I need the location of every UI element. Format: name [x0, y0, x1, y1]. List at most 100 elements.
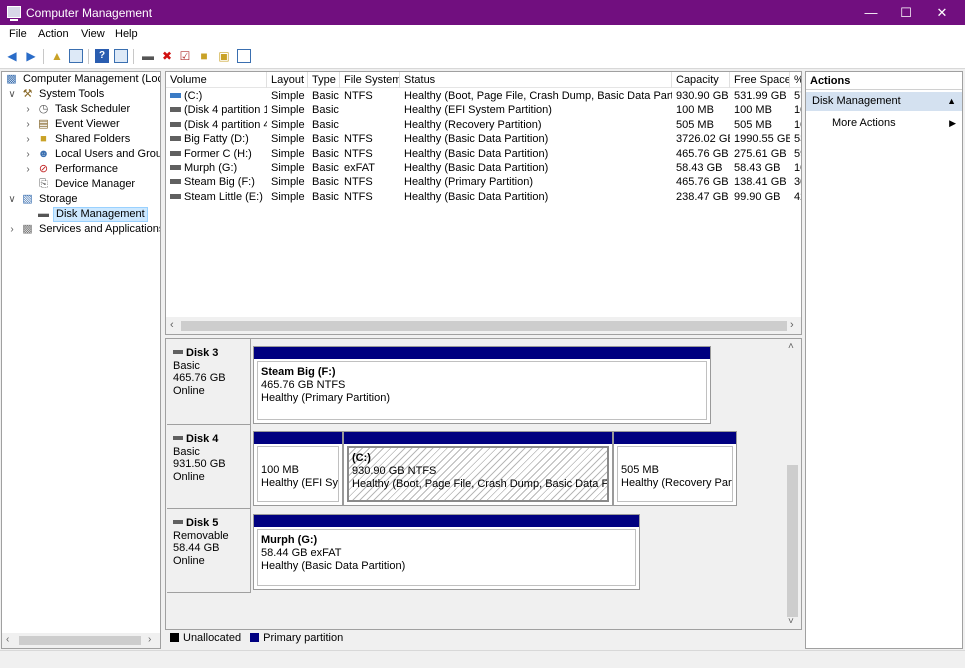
tree-item-device-manager[interactable]: ⎘ Device Manager [2, 177, 160, 192]
scroll-left-icon[interactable]: ‹ [170, 319, 174, 331]
partition-name: Murph (G:) [261, 534, 318, 546]
partition-size: 930.90 GB NTFS [352, 465, 437, 477]
column-header-percent-free[interactable]: % [790, 72, 801, 88]
tree-item-computer-management[interactable]: ▩ Computer Management (Local [2, 72, 160, 87]
tree-horizontal-scrollbar[interactable]: ‹ › [2, 633, 160, 648]
volume-cell-pct: 10 [794, 104, 801, 117]
checklist-icon[interactable]: ☑ [178, 49, 192, 63]
column-header-capacity[interactable]: Capacity [672, 72, 730, 88]
tree-item-system-tools[interactable]: ∨ ⚒ System Tools [2, 87, 160, 102]
volume-cell-status: Healthy (Basic Data Partition) [404, 190, 549, 203]
search-folder-icon[interactable]: ▣ [217, 49, 231, 63]
tree-item-performance[interactable]: › ⊘ Performance [2, 162, 160, 177]
tree-item-task-scheduler[interactable]: › ◷ Task Scheduler [2, 102, 160, 117]
volume-name: Big Fatty (D:) [184, 133, 249, 146]
view-properties-icon[interactable] [237, 49, 251, 63]
scroll-left-icon[interactable]: ‹ [6, 634, 9, 645]
volume-row[interactable]: (C:) Simple Basic NTFS Healthy (Boot, Page F… [166, 89, 801, 103]
tree-item-local-users[interactable]: › ☻ Local Users and Groups [2, 147, 160, 162]
partition-murph[interactable]: Murph (G:) 58.44 GB exFAT Healthy (Basic… [253, 514, 640, 590]
up-folder-icon[interactable]: ▲ [50, 49, 64, 63]
tree-item-shared-folders[interactable]: › ■ Shared Folders [2, 132, 160, 147]
column-header-file-system[interactable]: File System [340, 72, 400, 88]
column-header-type[interactable]: Type [308, 72, 340, 88]
partition-recovery[interactable]: 505 MB Healthy (Recovery Partiti [613, 431, 737, 506]
tree-item-event-viewer[interactable]: › ▤ Event Viewer [2, 117, 160, 132]
chevron-right-icon[interactable]: › [23, 132, 33, 147]
volume-icon [170, 93, 181, 98]
tree-item-disk-management[interactable]: ▬ Disk Management [2, 207, 160, 222]
unallocated-swatch [170, 633, 179, 642]
tree-item-services-applications[interactable]: › ▩ Services and Applications [2, 222, 160, 237]
volume-row[interactable]: Steam Big (F:) Simple Basic NTFS Healthy (Pr… [166, 175, 801, 189]
menu-action[interactable]: Action [38, 28, 69, 40]
volume-cell-layout: Simple [271, 190, 305, 203]
connect-drive-icon[interactable]: ▬ [141, 49, 155, 63]
close-button[interactable]: ✕ [919, 0, 965, 25]
volume-cell-capacity: 238.47 GB [676, 190, 729, 203]
menu-help[interactable]: Help [115, 28, 138, 40]
menu-view[interactable]: View [81, 28, 105, 40]
partition-efi-system[interactable]: 100 MB Healthy (EFI Syste [253, 431, 343, 506]
disk-name: Disk 4 [186, 433, 219, 445]
volume-row[interactable]: (Disk 4 partition 4) Simple Basic Healthy (… [166, 118, 801, 132]
chevron-right-icon[interactable]: › [7, 222, 17, 237]
column-header-volume[interactable]: Volume [166, 72, 267, 88]
scroll-right-icon[interactable]: › [148, 634, 151, 645]
more-actions-item[interactable]: More Actions ▶ [832, 115, 962, 131]
volume-cell-capacity: 465.76 GB [676, 176, 729, 189]
scrollbar-thumb[interactable] [787, 465, 798, 617]
volume-row[interactable]: Former C (H:) Simple Basic NTFS Healthy (Bas… [166, 147, 801, 161]
scroll-down-icon[interactable]: ˅ [788, 616, 794, 627]
back-arrow-icon[interactable]: ◀ [5, 49, 19, 63]
scroll-right-icon[interactable]: › [790, 319, 794, 331]
volume-row[interactable]: (Disk 4 partition 1) Simple Basic Healthy (… [166, 103, 801, 117]
import-folder-icon[interactable]: ■ [197, 49, 211, 63]
disk-map-vertical-scrollbar[interactable]: ˄ ˅ [784, 339, 801, 629]
disk-3-label[interactable]: Disk 3 Basic 465.76 GB Online [167, 339, 251, 425]
chevron-down-icon[interactable]: ∨ [7, 87, 17, 102]
disk-4-label[interactable]: Disk 4 Basic 931.50 GB Online [167, 425, 251, 509]
column-header-free-space[interactable]: Free Space [730, 72, 790, 88]
toolbar-separator [88, 49, 89, 64]
help-icon[interactable]: ? [95, 49, 109, 63]
disk-type: Removable [173, 529, 229, 542]
forward-arrow-icon[interactable]: ▶ [24, 49, 38, 63]
chevron-right-icon[interactable]: › [23, 147, 33, 162]
column-header-layout[interactable]: Layout [267, 72, 308, 88]
collapse-up-icon[interactable]: ▲ [947, 92, 956, 111]
volume-cell-free: 138.41 GB [734, 176, 787, 189]
column-header-status[interactable]: Status [400, 72, 672, 88]
volume-row[interactable]: Steam Little (E:) Simple Basic NTFS Healthy … [166, 190, 801, 204]
volume-list-horizontal-scrollbar[interactable]: ‹ › [166, 317, 801, 334]
delete-icon[interactable]: ✖ [160, 49, 174, 63]
volume-cell-fs: NTFS [344, 147, 373, 160]
actions-section-disk-management[interactable]: Disk Management ▲ [806, 92, 962, 111]
volume-cell-volume: Steam Little (E:) [166, 190, 267, 204]
partition-c-drive[interactable]: (C:) 930.90 GB NTFS Healthy (Boot, Page … [343, 431, 613, 506]
tree-item-storage[interactable]: ∨ ▧ Storage [2, 192, 160, 207]
volume-cell-capacity: 465.76 GB [676, 147, 729, 160]
volume-cell-free: 505 MB [734, 118, 772, 131]
toolbar-separator [43, 49, 44, 64]
chevron-right-icon[interactable]: › [23, 102, 33, 117]
toolbar-separator [133, 49, 134, 64]
chevron-down-icon[interactable]: ∨ [7, 192, 17, 207]
volume-cell-pct: 10 [794, 162, 801, 174]
scroll-up-icon[interactable]: ˄ [788, 341, 794, 352]
scrollbar-thumb[interactable] [19, 636, 141, 645]
partition-steam-big[interactable]: Steam Big (F:) 465.76 GB NTFS Healthy (P… [253, 346, 711, 424]
show-hide-tree-icon[interactable] [69, 49, 83, 63]
properties-view-icon[interactable] [114, 49, 128, 63]
chevron-right-icon[interactable]: › [23, 117, 33, 132]
volume-row[interactable]: Murph (G:) Simple Basic exFAT Healthy (Basic… [166, 161, 801, 175]
partition-size: 100 MB [261, 464, 299, 476]
volume-cell-fs: NTFS [344, 133, 373, 146]
disk-5-label[interactable]: Disk 5 Removable 58.44 GB Online [167, 509, 251, 593]
volume-cell-free: 1990.55 GB [734, 133, 790, 146]
window-title: Computer Management [26, 6, 153, 20]
chevron-right-icon[interactable]: › [23, 162, 33, 177]
scrollbar-thumb[interactable] [181, 321, 787, 331]
volume-row[interactable]: Big Fatty (D:) Simple Basic NTFS Healthy (Ba… [166, 132, 801, 146]
menu-file[interactable]: File [9, 28, 27, 40]
